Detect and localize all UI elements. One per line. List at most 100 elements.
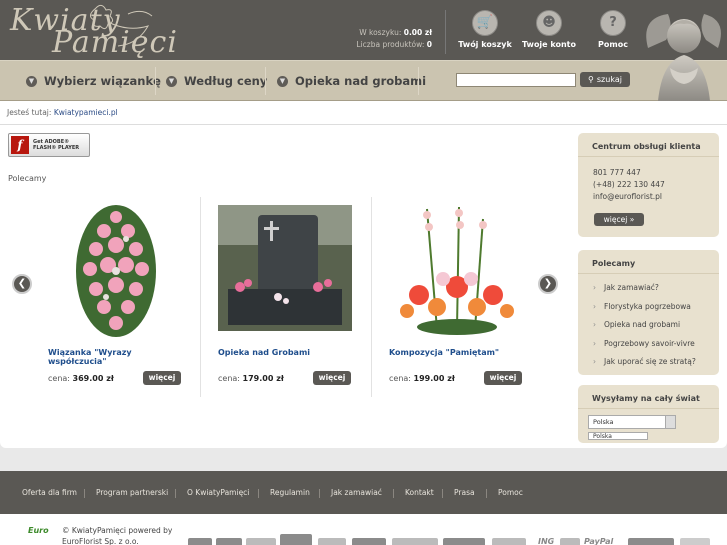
recommended-link[interactable]: › Florystyka pogrzebowa bbox=[593, 301, 719, 320]
footer-link[interactable]: Oferta dla firm bbox=[22, 488, 77, 497]
flash-icon: f bbox=[11, 136, 29, 154]
carousel-prev-button[interactable]: ❮ bbox=[12, 274, 32, 294]
products-value: 0 bbox=[426, 40, 432, 49]
footer-divider bbox=[442, 489, 443, 498]
search-button[interactable]: ⚲ szukaj bbox=[580, 72, 630, 87]
breadcrumb: Jesteś tutaj: Kwiatypamieci.pl bbox=[0, 101, 727, 125]
footer-link[interactable]: O KwiatyPamięci bbox=[187, 488, 249, 497]
footer-link[interactable]: Kontakt bbox=[405, 488, 434, 497]
product-image-composition[interactable] bbox=[397, 199, 517, 339]
country-select[interactable]: Polska bbox=[588, 415, 676, 429]
price-value: 179.00 zł bbox=[242, 374, 284, 383]
euroflorist-logo[interactable]: Euro bbox=[28, 526, 56, 545]
ing-logo: ING bbox=[538, 537, 555, 545]
recommended-link[interactable]: › Jak zamawiać? bbox=[593, 282, 719, 301]
nav-item-graves[interactable]: ▼ Opieka nad grobami bbox=[277, 61, 426, 101]
logo[interactable]: Kwiaty Pamięci bbox=[8, 2, 177, 58]
chevron-right-icon: › bbox=[593, 283, 596, 292]
product-image-wreath[interactable] bbox=[66, 201, 166, 341]
phone-1: 801 777 447 bbox=[593, 168, 641, 177]
product-card: Kompozycja "Pamiętam" cena: 199.00 zł wi… bbox=[389, 197, 559, 397]
payment-logo bbox=[392, 538, 438, 545]
chevron-right-icon: › bbox=[593, 320, 596, 330]
payment-logo bbox=[246, 538, 276, 545]
product-title[interactable]: Wiązanka "Wyrazy współczucia" bbox=[48, 348, 158, 366]
product-card: Opieka nad Grobami cena: 179.00 zł więce… bbox=[218, 197, 388, 397]
contact-details: 801 777 447 (+48) 222 130 447 info@eurof… bbox=[578, 157, 719, 203]
country-select-secondary[interactable]: Polska bbox=[588, 432, 648, 440]
product-title[interactable]: Kompozycja "Pamiętam" bbox=[389, 348, 499, 357]
help-button[interactable]: ? Pomoc bbox=[583, 10, 643, 49]
recommended-link[interactable]: › Opieka nad grobami bbox=[593, 319, 719, 338]
header-divider bbox=[445, 10, 446, 54]
nav-item-label: Opieka nad grobami bbox=[295, 74, 427, 88]
link-label: Jak zamawiać? bbox=[604, 283, 659, 292]
payment-logo bbox=[216, 538, 242, 545]
payment-logo bbox=[188, 538, 212, 545]
product-divider bbox=[371, 197, 372, 397]
payment-logo bbox=[628, 538, 674, 545]
more-button[interactable]: więcej bbox=[313, 371, 351, 385]
footer-divider bbox=[486, 489, 487, 498]
footer-divider bbox=[175, 489, 176, 498]
footer-link[interactable]: Jak zamawiać bbox=[331, 488, 382, 497]
recommended-link[interactable]: › Pogrzebowy savoir-vivre bbox=[593, 338, 719, 357]
chevron-right-icon: › bbox=[593, 301, 596, 311]
country-second: Polska bbox=[593, 433, 612, 440]
link-label: Jak uporać się ze stratą? bbox=[604, 357, 696, 367]
price-label: cena: bbox=[48, 374, 70, 383]
search-icon: ⚲ bbox=[588, 75, 594, 84]
nav-item-bouquet[interactable]: ▼ Wybierz wiązankę bbox=[26, 61, 161, 101]
flash-text: Get ADOBE® FLASH® PLAYER bbox=[33, 139, 79, 151]
breadcrumb-prefix: Jesteś tutaj: bbox=[7, 108, 52, 117]
cart-icon: 🛒 bbox=[472, 10, 498, 36]
price-value: 369.00 zł bbox=[72, 374, 114, 383]
get-flash-player-button[interactable]: f Get ADOBE® FLASH® PLAYER bbox=[8, 133, 90, 157]
main-content: f Get ADOBE® FLASH® PLAYER Polecamy ❮ ❯ … bbox=[0, 125, 727, 448]
footer-link[interactable]: Pomoc bbox=[498, 488, 523, 497]
copyright-line1: © KwiatyPamięci powered by bbox=[62, 526, 173, 535]
nav-divider bbox=[418, 67, 419, 95]
product-price: cena: 199.00 zł bbox=[389, 374, 455, 383]
price-value: 199.00 zł bbox=[413, 374, 455, 383]
product-card: Wiązanka "Wyrazy współczucia" cena: 369.… bbox=[48, 197, 218, 397]
footer-link[interactable]: Regulamin bbox=[270, 488, 310, 497]
products-label: Liczba produktów: bbox=[356, 40, 425, 49]
copyright-line2: EuroFlorist Sp. z o.o. bbox=[62, 537, 139, 545]
search-button-label: szukaj bbox=[596, 75, 622, 84]
account-button[interactable]: ☻ Twoje konto bbox=[519, 10, 579, 49]
chevron-left-icon: ❮ bbox=[17, 278, 27, 289]
product-price: cena: 369.00 zł bbox=[48, 374, 114, 383]
flash-line2: FLASH® PLAYER bbox=[33, 145, 80, 151]
question-icon: ? bbox=[600, 10, 626, 36]
breadcrumb-link-home[interactable]: Kwiatypamieci.pl bbox=[54, 108, 118, 117]
payment-logo bbox=[352, 538, 386, 545]
nav-item-price[interactable]: ▼ Według ceny bbox=[166, 61, 267, 101]
footer-divider bbox=[319, 489, 320, 498]
recommended-link[interactable]: › Jak uporać się ze stratą? bbox=[593, 356, 719, 375]
nav-item-label: Według ceny bbox=[184, 74, 268, 88]
more-button[interactable]: więcej bbox=[484, 371, 522, 385]
search-input[interactable] bbox=[456, 73, 576, 87]
payment-logo bbox=[492, 538, 526, 545]
cart-summary: W koszyku: 0.00 zł Liczba produktów: 0 bbox=[340, 27, 432, 51]
copyright: © KwiatyPamięci powered by EuroFlorist S… bbox=[62, 525, 172, 545]
customer-service-title: Centrum obsługi klienta bbox=[578, 133, 719, 157]
cart-button[interactable]: 🛒 Twój koszyk bbox=[455, 10, 515, 49]
footer-link[interactable]: Prasa bbox=[454, 488, 475, 497]
shipping-box: Wysyłamy na cały świat Polska Polska bbox=[578, 385, 719, 443]
shipping-title: Wysyłamy na cały świat bbox=[578, 385, 719, 409]
footer-link[interactable]: Program partnerski bbox=[96, 488, 168, 497]
link-label: Florystyka pogrzebowa bbox=[604, 301, 691, 311]
nav-divider bbox=[265, 67, 266, 95]
recommended-box: Polecamy › Jak zamawiać? › Florystyka pogr… bbox=[578, 250, 719, 375]
more-button[interactable]: więcej bbox=[143, 371, 181, 385]
product-title[interactable]: Opieka nad Grobami bbox=[218, 348, 310, 357]
payment-logo bbox=[443, 538, 485, 545]
product-price: cena: 179.00 zł bbox=[218, 374, 284, 383]
email[interactable]: info@euroflorist.pl bbox=[593, 191, 719, 203]
footer-bottom: Euro © KwiatyPamięci powered by EuroFlor… bbox=[0, 514, 727, 545]
product-image-grave[interactable] bbox=[218, 205, 352, 331]
service-more-button[interactable]: więcej » bbox=[594, 213, 644, 226]
footer: Oferta dla firm Program partnerski O Kwi… bbox=[0, 471, 727, 514]
